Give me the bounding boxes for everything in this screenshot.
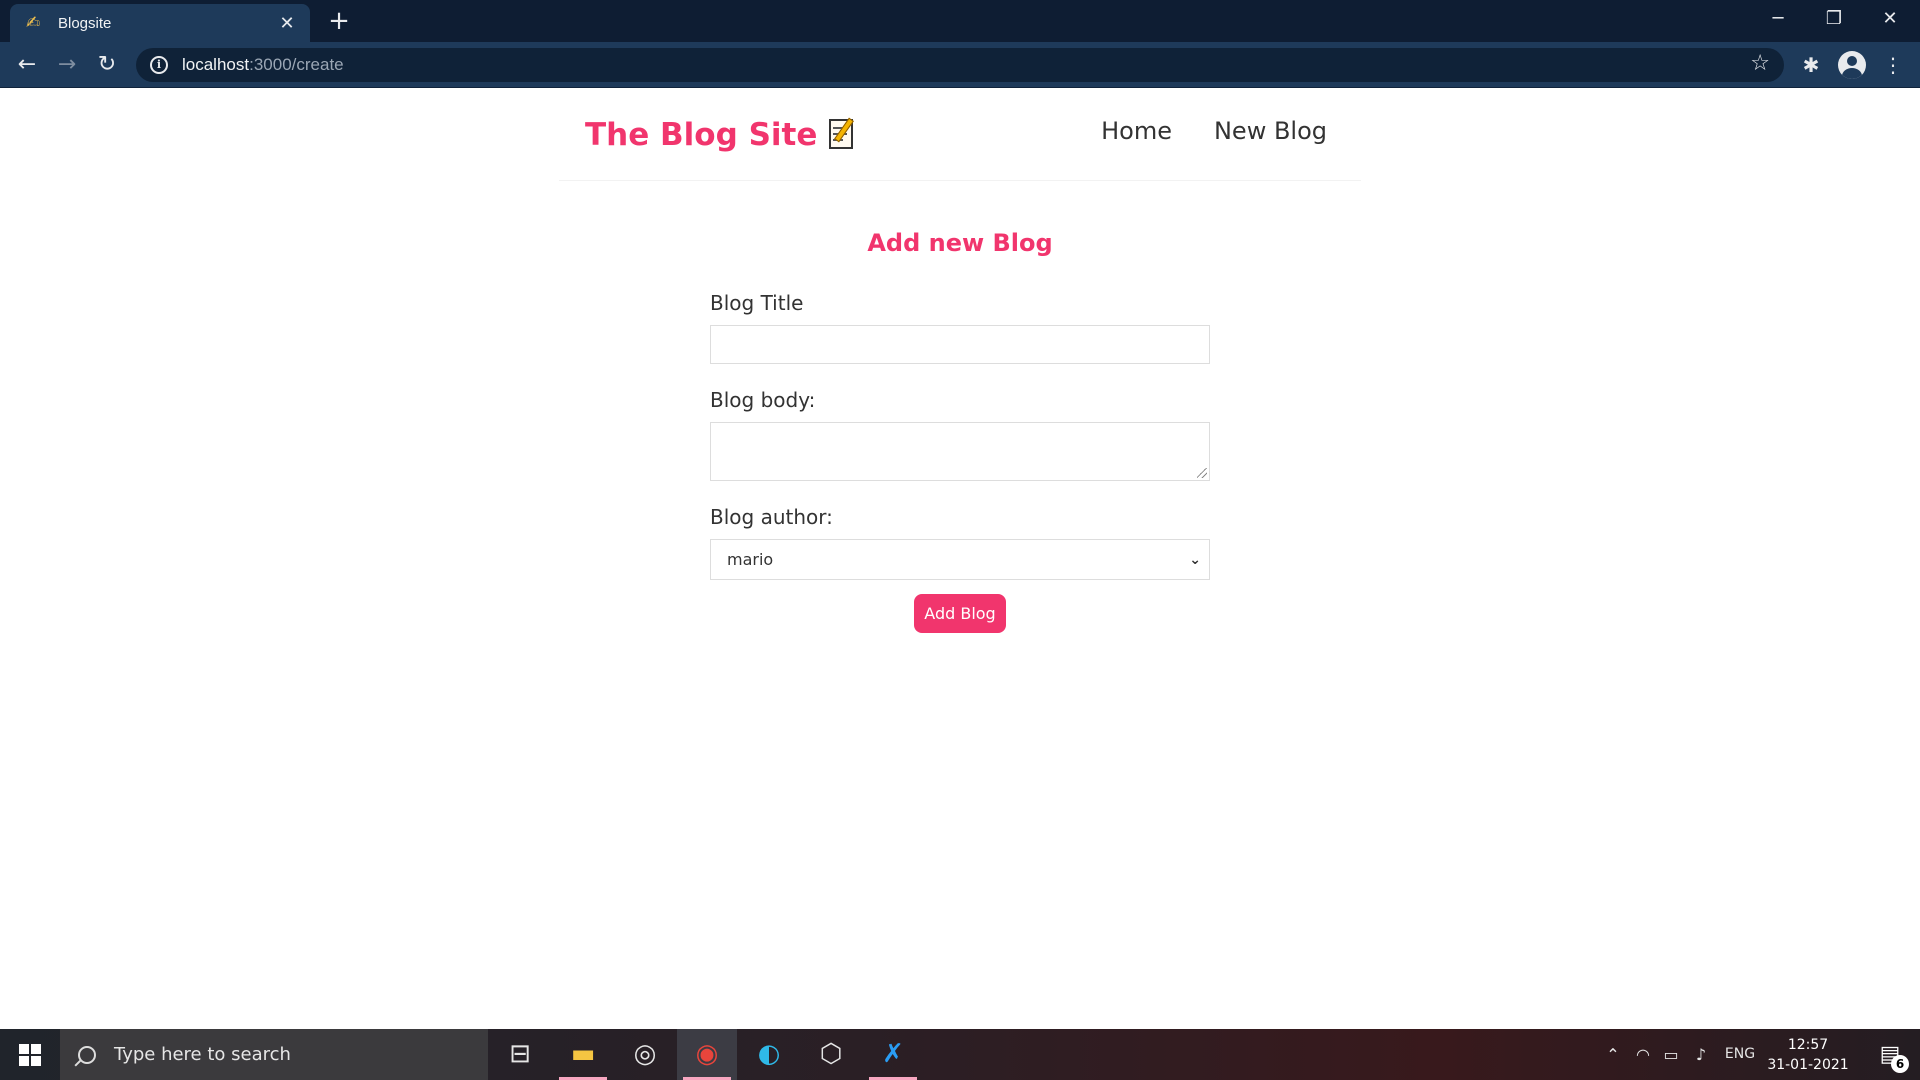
edge-icon[interactable]: ◐ <box>739 1029 799 1080</box>
chrome-menu-icon[interactable]: ⋮ <box>1878 50 1908 80</box>
memo-icon <box>827 117 859 151</box>
media-player-icon[interactable]: ◎ <box>615 1029 675 1080</box>
nav-link-home[interactable]: Home <box>1101 117 1172 145</box>
page-content: The Blog Site Home New Blog Add new Blog… <box>0 89 1920 1029</box>
back-arrow-icon[interactable]: ← <box>12 50 42 80</box>
volume-icon[interactable]: ♪ <box>1688 1029 1714 1080</box>
restore-icon[interactable]: ❐ <box>1806 0 1862 42</box>
site-navbar: The Blog Site Home New Blog <box>559 89 1361 181</box>
windows-start-icon[interactable] <box>0 1029 60 1080</box>
windows-taskbar: Type here to search ⊟ ▬ ◎ ◉ ◐ ⬡ ✗ ⌃ ◠ ▭ … <box>0 1029 1920 1080</box>
resize-grip-icon[interactable] <box>1197 468 1207 478</box>
tab-title: Blogsite <box>58 14 112 32</box>
notification-center-icon[interactable]: ▤ 6 <box>1860 1029 1920 1080</box>
blog-body-label: Blog body: <box>710 388 816 412</box>
url-text: localhost:3000/create <box>182 55 344 75</box>
browser-tab[interactable]: ✍ Blogsite ✕ <box>10 4 310 42</box>
forward-arrow-icon[interactable]: → <box>52 50 82 80</box>
minimize-icon[interactable]: ─ <box>1750 0 1806 42</box>
site-brand[interactable]: The Blog Site <box>585 117 859 153</box>
search-icon <box>78 1045 96 1064</box>
clock-time: 12:57 <box>1787 1037 1829 1053</box>
notification-count-badge: 6 <box>1891 1055 1909 1073</box>
address-bar[interactable]: i localhost:3000/create ☆ <box>136 48 1784 82</box>
submit-wrapper: Add Blog <box>710 594 1210 633</box>
close-tab-icon[interactable]: ✕ <box>276 13 298 34</box>
writing-hand-icon: ✍ <box>26 13 41 33</box>
vscode-icon[interactable]: ✗ <box>863 1029 923 1080</box>
add-blog-button[interactable]: Add Blog <box>914 594 1006 633</box>
brand-title: The Blog Site <box>585 117 818 153</box>
form-heading: Add new Blog <box>867 229 1053 257</box>
extensions-icon[interactable]: ✱ <box>1796 50 1826 80</box>
reload-icon[interactable]: ↻ <box>92 50 122 80</box>
browser-toolbar: ← → ↻ i localhost:3000/create ☆ ✱ ⋮ <box>0 42 1920 88</box>
nav-links: Home New Blog <box>1101 117 1327 145</box>
profile-avatar-icon[interactable] <box>1838 51 1866 79</box>
file-explorer-icon[interactable]: ▬ <box>553 1029 613 1080</box>
url-path: :3000/create <box>249 55 344 74</box>
blog-title-label: Blog Title <box>710 291 804 315</box>
wifi-icon[interactable]: ◠ <box>1630 1029 1656 1080</box>
new-tab-button[interactable]: + <box>322 4 356 38</box>
blog-author-select[interactable]: mario ⌄ <box>710 539 1210 580</box>
browser-tabstrip: ✍ Blogsite ✕ + ─ ❐ ✕ <box>0 0 1920 42</box>
taskbar-clock[interactable]: 12:57 31-01-2021 <box>1766 1035 1850 1075</box>
blog-body-textarea[interactable] <box>710 422 1210 481</box>
battery-icon[interactable]: ▭ <box>1658 1029 1684 1080</box>
site-info-icon[interactable]: i <box>150 56 168 74</box>
bookmark-star-icon[interactable]: ☆ <box>1750 51 1770 76</box>
language-indicator[interactable]: ENG <box>1720 1029 1760 1080</box>
window-close-icon[interactable]: ✕ <box>1862 0 1918 42</box>
author-selected-value: mario <box>727 550 774 569</box>
chevron-down-icon: ⌄ <box>1189 551 1201 568</box>
clock-date: 31-01-2021 <box>1767 1057 1849 1073</box>
taskbar-search[interactable]: Type here to search <box>60 1029 488 1080</box>
search-placeholder: Type here to search <box>114 1044 291 1065</box>
create-blog-form: Add new Blog Blog Title Blog body: Blog … <box>710 229 1210 633</box>
show-hidden-icons-icon[interactable]: ⌃ <box>1600 1029 1626 1080</box>
chrome-icon[interactable]: ◉ <box>677 1029 737 1080</box>
task-view-icon[interactable]: ⊟ <box>490 1029 550 1080</box>
url-host: localhost <box>182 55 250 74</box>
nav-link-new-blog[interactable]: New Blog <box>1214 117 1327 145</box>
unity-icon[interactable]: ⬡ <box>801 1029 861 1080</box>
blog-title-input[interactable] <box>710 325 1210 364</box>
blog-author-label: Blog author: <box>710 505 833 529</box>
